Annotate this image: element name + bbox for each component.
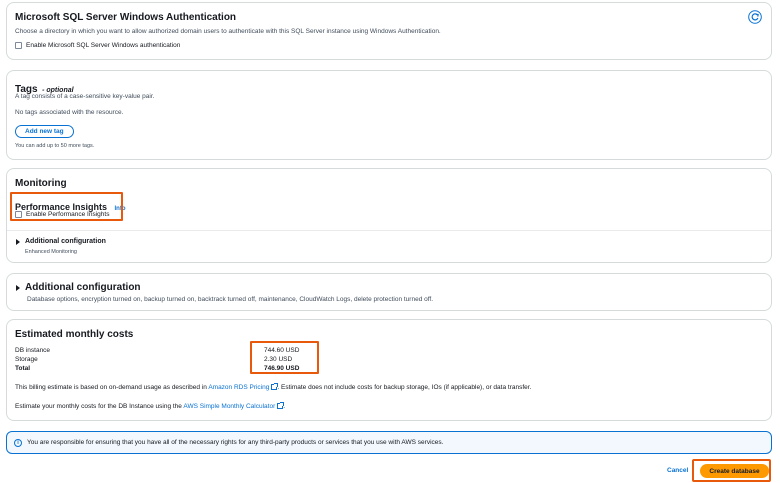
performance-insights-highlight — [10, 192, 123, 221]
additional-config-toggle[interactable]: Additional configuration — [16, 282, 141, 293]
cost-label-storage: Storage — [15, 356, 38, 363]
external-link-icon[interactable] — [277, 402, 285, 410]
caret-right-icon — [16, 238, 20, 245]
tags-limit-text: You can add up to 50 more tags. — [15, 143, 95, 149]
monitoring-divider — [7, 230, 771, 231]
additional-config-title[interactable]: Additional configuration — [25, 282, 141, 293]
calc-pre: Estimate your monthly costs for the DB I… — [15, 403, 184, 410]
monitoring-additional-config-sub: Enhanced Monitoring — [25, 249, 77, 255]
windows-auth-checkbox[interactable] — [15, 42, 22, 49]
windows-auth-panel: Microsoft SQL Server Windows Authenticat… — [6, 2, 772, 60]
tags-description: A tag consists of a case-sensitive key-v… — [15, 93, 155, 100]
cost-label-db-instance: DB instance — [15, 347, 51, 354]
caret-right-icon — [16, 284, 20, 291]
tags-empty-text: No tags associated with the resource. — [15, 109, 124, 116]
monitoring-additional-config-toggle[interactable]: Additional configuration — [16, 238, 106, 245]
simple-monthly-calculator-link[interactable]: AWS Simple Monthly Calculator — [183, 403, 275, 410]
billing-post: . Estimate does not include costs for ba… — [277, 384, 532, 391]
rds-pricing-link[interactable]: Amazon RDS Pricing — [208, 384, 269, 391]
create-database-button[interactable]: Create database — [700, 464, 769, 478]
additional-config-description: Database options, encryption turned on, … — [27, 296, 434, 303]
refresh-icon[interactable] — [748, 10, 762, 24]
billing-estimate-text: This billing estimate is based on on-dem… — [15, 383, 532, 391]
windows-auth-checkbox-row[interactable]: Enable Microsoft SQL Server Windows auth… — [15, 42, 180, 49]
monitoring-title: Monitoring — [15, 178, 67, 189]
billing-pre: This billing estimate is based on on-dem… — [15, 384, 209, 391]
info-icon: i — [14, 438, 22, 447]
estimated-costs-title: Estimated monthly costs — [15, 329, 134, 340]
responsibility-notice-text: You are responsible for ensuring that yo… — [27, 439, 444, 446]
windows-auth-description: Choose a directory in which you want to … — [15, 28, 441, 35]
additional-config-panel: Additional configuration Database option… — [6, 273, 772, 311]
tags-panel: Tags - optional A tag consists of a case… — [6, 70, 772, 160]
estimated-costs-panel: Estimated monthly costs DB instance 744.… — [6, 319, 772, 421]
calculator-text: Estimate your monthly costs for the DB I… — [15, 402, 285, 410]
costs-highlight — [250, 341, 319, 374]
windows-auth-title: Microsoft SQL Server Windows Authenticat… — [15, 12, 237, 23]
cost-label-total: Total — [15, 365, 31, 372]
windows-auth-checkbox-label[interactable]: Enable Microsoft SQL Server Windows auth… — [26, 42, 180, 49]
monitoring-additional-config-title[interactable]: Additional configuration — [25, 238, 106, 245]
cancel-button[interactable]: Cancel — [667, 467, 688, 474]
external-link-icon[interactable] — [271, 383, 279, 391]
add-new-tag-button[interactable]: Add new tag — [15, 125, 74, 138]
responsibility-notice: i You are responsible for ensuring that … — [6, 431, 772, 454]
